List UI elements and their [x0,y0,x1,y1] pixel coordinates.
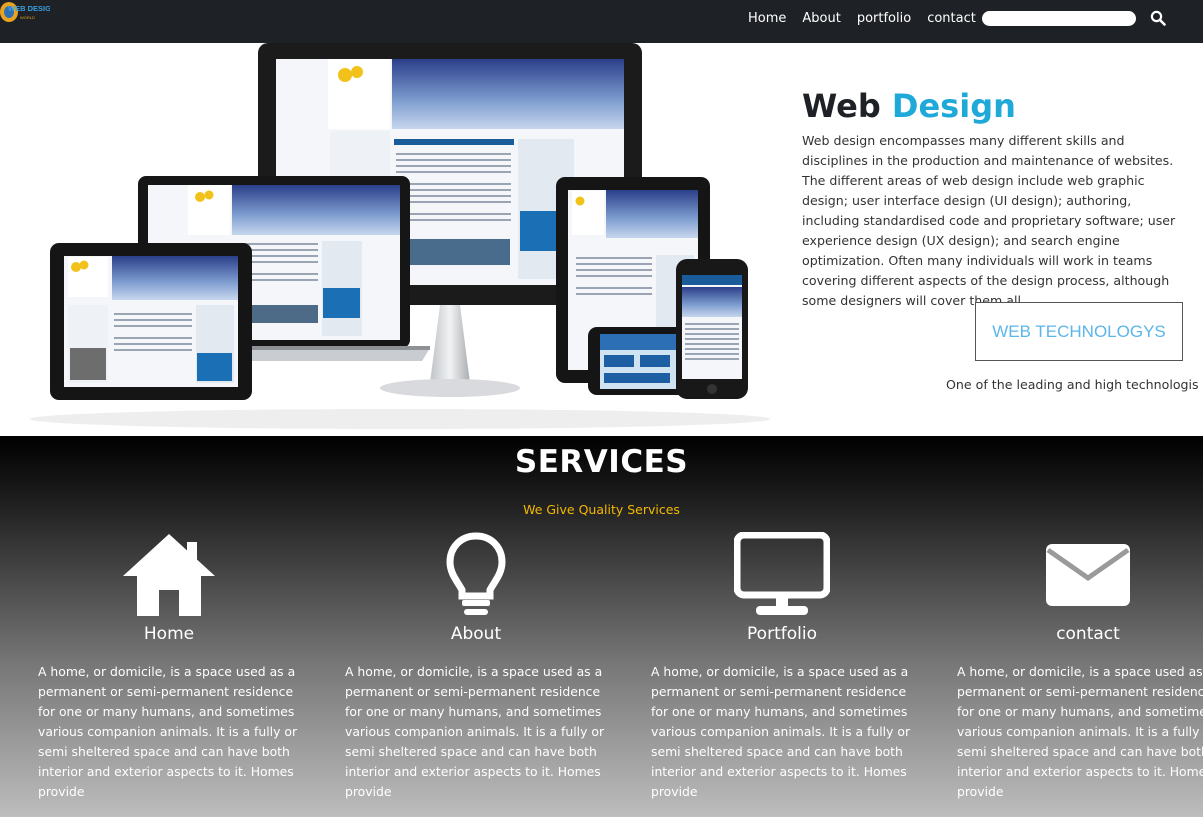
home-icon [123,534,215,616]
svg-text:WEB DESIGN: WEB DESIGN [8,4,50,13]
nav-link-about[interactable]: About [802,11,840,26]
service-text-portfolio: A home, or domicile, is a space used as … [651,664,911,799]
nav-link-contact[interactable]: contact [927,11,976,26]
service-text-about: A home, or domicile, is a space used as … [345,664,605,799]
nav-link-home[interactable]: Home [748,11,786,26]
hero-title: Web Design [802,87,1016,125]
site-logo[interactable]: WEB DESIGN WORLD [0,1,50,25]
service-title-contact: contact [1056,624,1120,644]
hero-title-part2: Design [891,87,1016,125]
web-technologies-button[interactable]: WEB TECHNOLOGYS [975,302,1183,361]
envelope-icon [1046,544,1130,606]
search-icon[interactable] [1150,10,1166,26]
nav-links: Home About portfolio contact [748,11,992,26]
hero-section: Web Design Web design encompasses many d… [0,43,1203,436]
services-title: SERVICES [514,444,689,480]
service-text-home: A home, or domicile, is a space used as … [38,664,298,799]
service-card-contact: contact A home, or domicile, is a space … [957,532,1203,802]
service-title-about: About [450,624,502,644]
service-text-contact: A home, or domicile, is a space used as … [957,664,1203,799]
hero-tagline: One of the leading and high technologis [946,377,1199,392]
hero-title-part1: Web [802,87,881,125]
responsive-devices-image [30,43,770,429]
navbar: WEB DESIGN WORLD Home About portfolio co… [0,0,1203,43]
service-card-home: Home A home, or domicile, is a space use… [38,532,300,802]
monitor-icon [734,532,830,615]
service-title-home: Home [143,624,195,644]
services-subtitle: We Give Quality Services [523,502,680,517]
service-title-portfolio: Portfolio [747,624,817,644]
search-input[interactable] [982,11,1136,26]
lightbulb-icon [446,532,506,615]
services-section: SERVICES We Give Quality Services Home A… [0,436,1203,817]
service-card-about: About A home, or domicile, is a space us… [345,532,607,802]
nav-link-portfolio[interactable]: portfolio [857,11,911,26]
hero-description: Web design encompasses many different sk… [802,133,1176,308]
svg-text:WORLD: WORLD [20,15,35,20]
service-card-portfolio: Portfolio A home, or domicile, is a spac… [651,532,913,802]
